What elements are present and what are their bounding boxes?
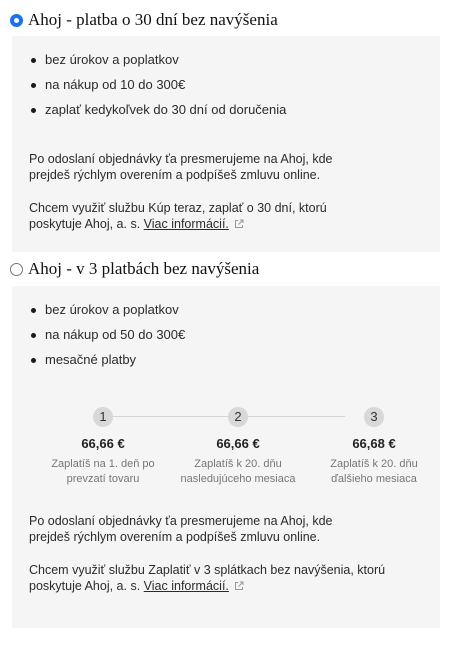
- installment-step: 2 66,66 € Zaplatíš k 20. dňu nasledujúceh…: [178, 407, 298, 487]
- payment-option-3-installments[interactable]: Ahoj - v 3 platbách bez navýšenia: [0, 252, 455, 286]
- more-info-link[interactable]: Viac informácií.: [144, 217, 229, 231]
- installment-description: Zaplatíš na 1. deň po prevzatí tovaru: [43, 457, 163, 487]
- desc-line: prevzatí tovaru: [66, 473, 140, 485]
- installment-amount: 66,66 €: [81, 436, 125, 451]
- installment-description: Zaplatíš k 20. dňu ďalšieho mesiaca: [314, 457, 434, 487]
- redirect-info: Po odoslaní objednávky ťa presmerujeme n…: [29, 513, 420, 545]
- desc-line: Zaplatíš na 1. deň po: [51, 458, 155, 470]
- installment-step: 1 66,66 € Zaplatíš na 1. deň po prevzatí …: [43, 407, 163, 487]
- installment-timeline: 1 66,66 € Zaplatíš na 1. deň po prevzatí …: [29, 407, 420, 507]
- option-details-3-installments: bez úrokov a poplatkov na nákup od 50 do…: [12, 286, 440, 628]
- installment-description: Zaplatíš k 20. dňu nasledujúceho mesiaca: [178, 457, 298, 487]
- radio-option-3-installments[interactable]: [10, 262, 23, 276]
- external-link-icon[interactable]: [234, 581, 244, 591]
- service-text-prefix: poskytuje Ahoj, a. s.: [29, 217, 141, 231]
- more-info-link[interactable]: Viac informácií.: [144, 579, 229, 593]
- feature-item: zaplať kedykoľvek do 30 dní od doručenia: [29, 102, 420, 127]
- service-text-prefix: poskytuje Ahoj, a. s.: [29, 579, 141, 593]
- redirect-text-line2: prejdeš rýchlym overením a podpíšeš zmlu…: [29, 530, 321, 544]
- step-number: 2: [228, 407, 248, 427]
- option-title-3-installments[interactable]: Ahoj - v 3 platbách bez navýšenia: [28, 259, 259, 279]
- desc-line: Zaplatíš k 20. dňu: [194, 458, 282, 470]
- payment-option-30-days[interactable]: Ahoj - platba o 30 dní bez navýšenia: [0, 4, 455, 36]
- option-title-30-days[interactable]: Ahoj - platba o 30 dní bez navýšenia: [28, 10, 278, 30]
- feature-item: mesačné platby: [29, 352, 420, 377]
- step-number: 3: [364, 407, 384, 427]
- feature-list: bez úrokov a poplatkov na nákup od 10 do…: [29, 52, 420, 127]
- redirect-text-line1: Po odoslaní objednávky ťa presmerujeme n…: [29, 152, 333, 166]
- redirect-text-line1: Po odoslaní objednávky ťa presmerujeme n…: [29, 514, 333, 528]
- radio-dot: [14, 17, 19, 23]
- step-number: 1: [93, 407, 113, 427]
- desc-line: Zaplatíš k 20. dňu: [330, 458, 418, 470]
- desc-line: ďalšieho mesiaca: [331, 473, 417, 485]
- installment-amount: 66,68 €: [352, 436, 396, 451]
- option-details-30-days: bez úrokov a poplatkov na nákup od 10 do…: [12, 36, 440, 252]
- feature-item: bez úrokov a poplatkov: [29, 52, 420, 77]
- redirect-info: Po odoslaní objednávky ťa presmerujeme n…: [29, 151, 420, 183]
- feature-item: na nákup od 50 do 300€: [29, 327, 420, 352]
- feature-item: bez úrokov a poplatkov: [29, 302, 420, 327]
- installment-amount: 66,66 €: [216, 436, 260, 451]
- service-text-line1: Chcem využiť službu Zaplatiť v 3 splátka…: [29, 563, 386, 577]
- redirect-text-line2: prejdeš rýchlym overením a podpíšeš zmlu…: [29, 168, 321, 182]
- desc-line: nasledujúceho mesiaca: [180, 473, 296, 485]
- radio-option-30-days[interactable]: [10, 13, 23, 27]
- feature-item: na nákup od 10 do 300€: [29, 77, 420, 102]
- feature-list: bez úrokov a poplatkov na nákup od 50 do…: [29, 302, 420, 377]
- external-link-icon[interactable]: [234, 219, 244, 229]
- service-consent-text: Chcem využiť službu Zaplatiť v 3 splátka…: [29, 562, 420, 594]
- installment-step: 3 66,68 € Zaplatíš k 20. dňu ďalšieho mes…: [314, 407, 434, 487]
- service-text-line1: Chcem využiť službu Kúp teraz, zaplať o …: [29, 201, 327, 215]
- service-consent-text: Chcem využiť službu Kúp teraz, zaplať o …: [29, 200, 420, 232]
